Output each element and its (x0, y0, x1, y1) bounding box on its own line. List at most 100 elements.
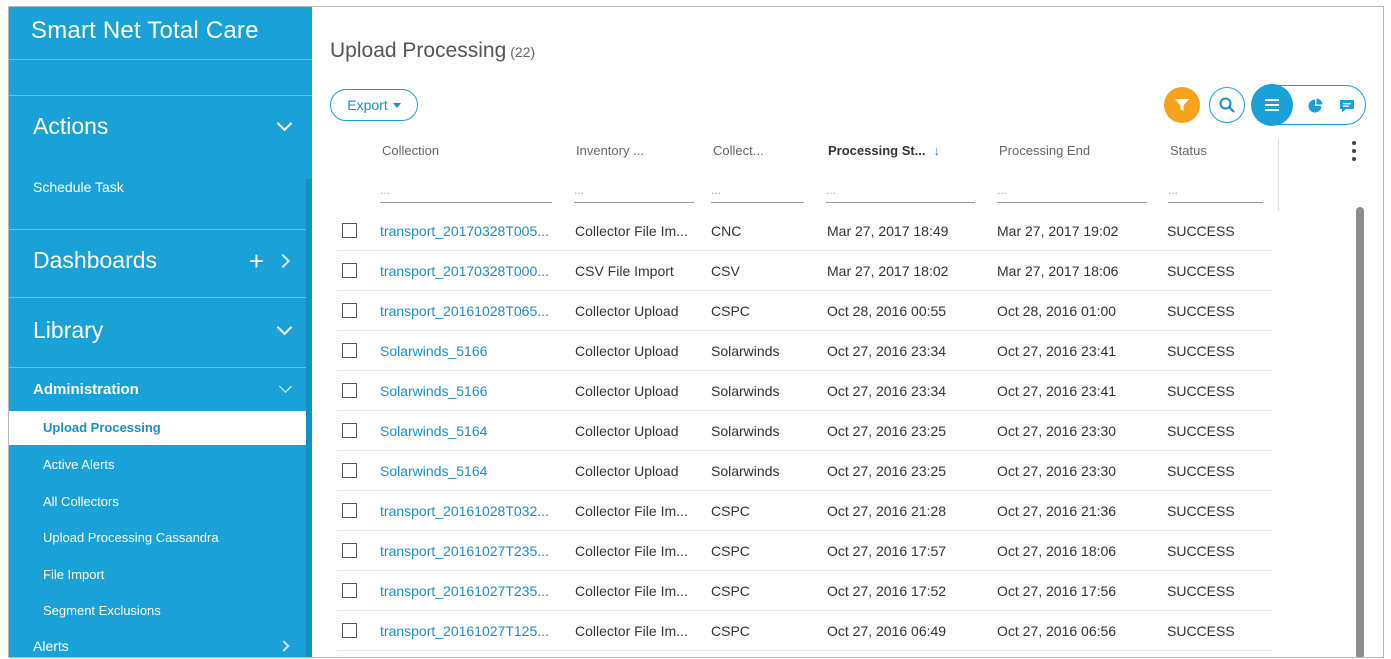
row-checkbox[interactable] (342, 343, 357, 358)
column-header-status[interactable]: Status (1170, 143, 1207, 158)
list-view-button[interactable] (1251, 84, 1293, 126)
cell-processing-start: Oct 27, 2016 06:49 (827, 623, 947, 639)
column-header-processing-start[interactable]: Processing St... ↓ (828, 143, 940, 158)
row-checkbox[interactable] (342, 223, 357, 238)
filter-input-processing-end[interactable]: ... (997, 179, 1147, 203)
collection-link[interactable]: transport_20161027T235... (380, 543, 549, 559)
sidebar-item-all-collectors[interactable]: All Collectors (43, 494, 119, 509)
cell-processing-start: Oct 27, 2016 23:34 (827, 383, 947, 399)
sidebar-item-label: Upload Processing (43, 420, 161, 435)
divider (9, 95, 312, 96)
cell-processing-start: Mar 27, 2017 18:02 (827, 263, 949, 279)
cell-inventory: Collector File Im... (575, 543, 688, 559)
cell-collector: Solarwinds (711, 383, 780, 399)
row-checkbox[interactable] (342, 503, 357, 518)
filter-input-inventory[interactable]: ... (574, 179, 694, 203)
table-row[interactable]: transport_20161027T125... Collector File … (337, 611, 1272, 651)
more-vertical-icon[interactable] (1350, 141, 1358, 167)
cell-collector: CSV (711, 263, 740, 279)
chevron-right-icon (275, 253, 291, 268)
table-row[interactable]: Solarwinds_5166 Collector Upload Solarwind… (337, 371, 1272, 411)
table-scrollbar[interactable] (1356, 207, 1364, 657)
sidebar-section-dashboards[interactable]: Dashboards + (33, 247, 296, 274)
filter-input-collector[interactable]: ... (711, 179, 804, 203)
cell-inventory: CSV File Import (575, 263, 674, 279)
collection-link[interactable]: transport_20161027T235... (380, 583, 549, 599)
sidebar-item-file-import[interactable]: File Import (43, 567, 104, 582)
row-checkbox[interactable] (342, 583, 357, 598)
sidebar-item-upload-processing-cassandra[interactable]: Upload Processing Cassandra (43, 530, 219, 545)
table-row[interactable]: transport_20161028T065... Collector Uploa… (337, 291, 1272, 331)
chevron-down-icon (276, 319, 293, 336)
brand-title: Smart Net Total Care (31, 17, 259, 44)
row-checkbox[interactable] (342, 463, 357, 478)
sidebar: Smart Net Total Care Actions Schedule Ta… (9, 7, 312, 657)
sidebar-item-alerts[interactable]: Alerts (33, 638, 296, 654)
table-row[interactable]: transport_20161027T235... Collector File … (337, 531, 1272, 571)
sidebar-item-upload-processing[interactable]: Upload Processing (9, 411, 312, 445)
table-row[interactable]: transport_20161028T032... Collector File … (337, 491, 1272, 531)
cell-collector: CSPC (711, 503, 750, 519)
collection-link[interactable]: Solarwinds_5164 (380, 463, 487, 479)
collection-link[interactable]: transport_20170328T005... (380, 223, 549, 239)
cell-status: SUCCESS (1167, 223, 1235, 239)
collection-link[interactable]: Solarwinds_5164 (380, 423, 487, 439)
column-header-processing-end[interactable]: Processing End (999, 143, 1090, 158)
cell-collector: Solarwinds (711, 343, 780, 359)
row-checkbox[interactable] (342, 383, 357, 398)
row-checkbox[interactable] (342, 623, 357, 638)
sidebar-section-library[interactable]: Library (33, 317, 296, 344)
collection-link[interactable]: transport_20161028T065... (380, 303, 549, 319)
collection-link[interactable]: transport_20161028T032... (380, 503, 549, 519)
plus-icon[interactable]: + (249, 248, 264, 274)
list-view-icon (1265, 99, 1279, 111)
pie-chart-view-button[interactable] (1305, 96, 1325, 116)
sidebar-item-segment-exclusions[interactable]: Segment Exclusions (43, 603, 161, 618)
collection-link[interactable]: Solarwinds_5166 (380, 343, 487, 359)
column-header-collection[interactable]: Collection (382, 143, 439, 158)
cell-inventory: Collector File Im... (575, 583, 688, 599)
filter-input-collection[interactable]: ... (380, 179, 552, 203)
cell-processing-end: Mar 27, 2017 18:06 (997, 263, 1119, 279)
chat-view-button[interactable] (1337, 96, 1357, 116)
cell-status: SUCCESS (1167, 263, 1235, 279)
cell-collector: CSPC (711, 583, 750, 599)
table-row[interactable]: Solarwinds_5166 Collector Upload Solarwind… (337, 331, 1272, 371)
table-row[interactable]: Solarwinds_5164 Collector Upload Solarwind… (337, 451, 1272, 491)
row-checkbox[interactable] (342, 263, 357, 278)
column-header-inventory[interactable]: Inventory ... (576, 143, 644, 158)
sidebar-section-administration[interactable]: Administration (33, 380, 296, 398)
table-row[interactable]: Solarwinds_5164 Collector Upload Solarwind… (337, 411, 1272, 451)
sidebar-item-active-alerts[interactable]: Active Alerts (43, 457, 115, 472)
cell-collector: CSPC (711, 543, 750, 559)
collection-link[interactable]: transport_20161027T125... (380, 623, 549, 639)
page-title-text: Upload Processing (330, 39, 507, 62)
collection-link[interactable]: transport_20170328T000... (380, 263, 549, 279)
caret-down-icon (392, 102, 401, 108)
filter-input-processing-start[interactable]: ... (826, 179, 975, 203)
export-label: Export (347, 97, 388, 113)
sidebar-section-actions[interactable]: Actions (33, 113, 296, 140)
filter-input-status[interactable]: ... (1168, 179, 1263, 203)
search-button[interactable] (1209, 87, 1245, 123)
sort-down-icon: ↓ (933, 143, 941, 158)
table-row[interactable]: transport_20170328T000... CSV File Import… (337, 251, 1272, 291)
table-row[interactable]: transport_20170328T005... Collector File … (337, 211, 1272, 251)
table-row[interactable]: transport_20161027T235... Collector File … (337, 571, 1272, 611)
column-header-collector[interactable]: Collect... (713, 143, 764, 158)
cell-collector: CNC (711, 223, 742, 239)
sidebar-item-schedule-task[interactable]: Schedule Task (33, 179, 296, 195)
cell-processing-start: Oct 28, 2016 00:55 (827, 303, 947, 319)
filter-icon (1175, 99, 1189, 111)
cell-processing-end: Oct 27, 2016 23:41 (997, 343, 1117, 359)
view-toggle-group (1251, 84, 1366, 126)
filter-button[interactable] (1164, 87, 1200, 123)
row-checkbox[interactable] (342, 423, 357, 438)
row-checkbox[interactable] (342, 543, 357, 558)
export-button[interactable]: Export (330, 89, 418, 121)
row-checkbox[interactable] (342, 303, 357, 318)
cell-status: SUCCESS (1167, 343, 1235, 359)
cell-processing-start: Oct 27, 2016 23:34 (827, 343, 947, 359)
collection-link[interactable]: Solarwinds_5166 (380, 383, 487, 399)
chevron-right-icon (278, 640, 290, 652)
